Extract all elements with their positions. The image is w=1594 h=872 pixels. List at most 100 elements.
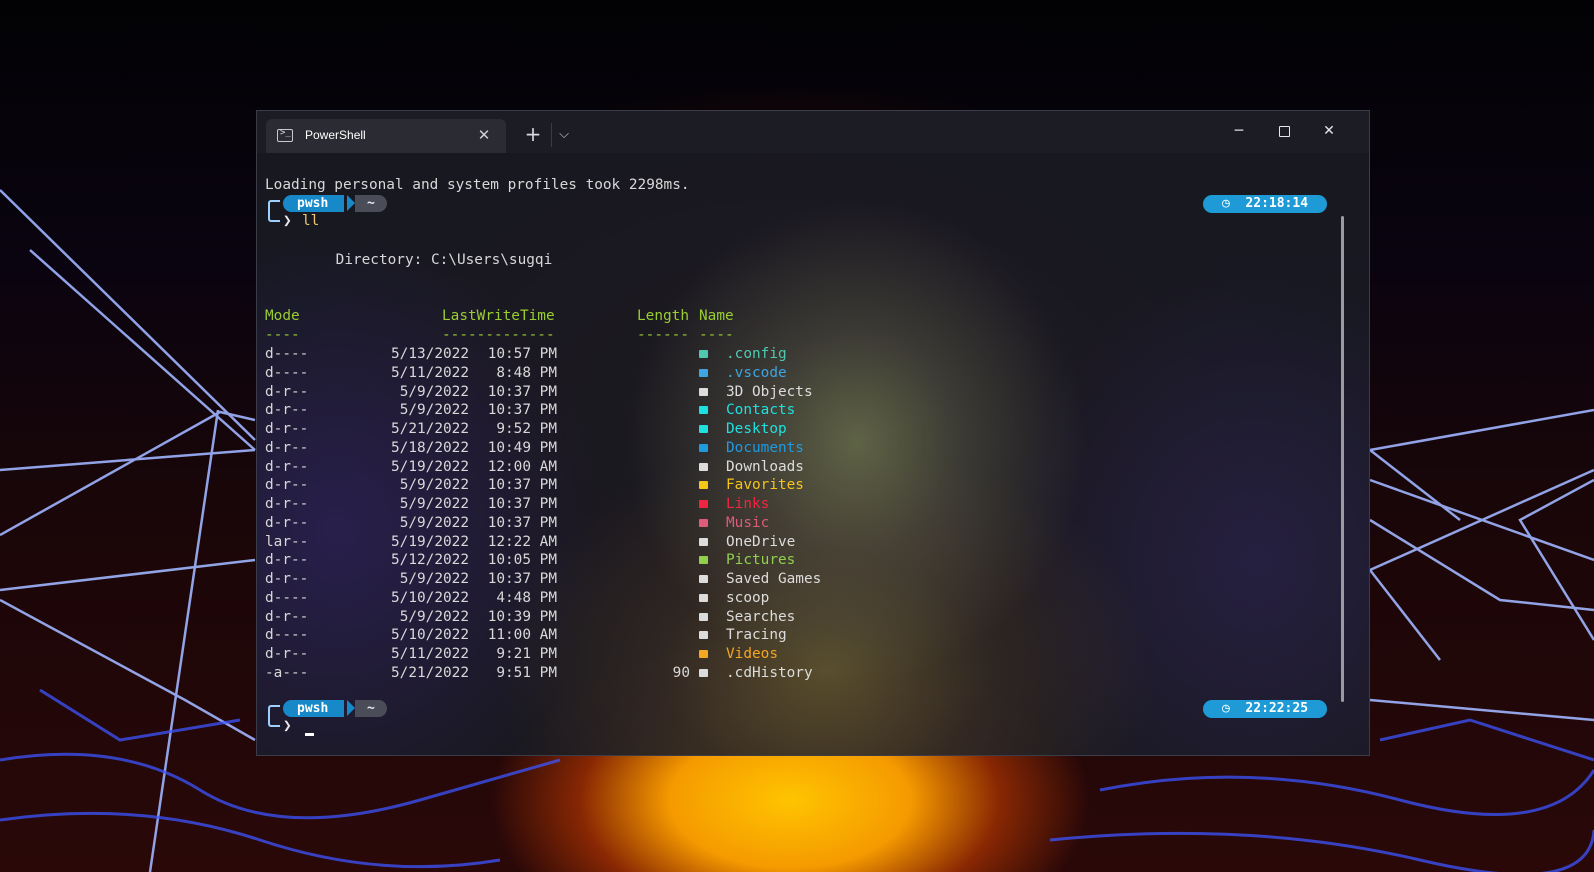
prompt-path-segment: ~	[355, 700, 387, 717]
titlebar-divider	[551, 123, 552, 147]
list-item: d-r-- 5/19/2022 12:00 AM Downloads	[265, 458, 965, 477]
links-icon	[699, 495, 708, 514]
prompt-bracket	[268, 200, 280, 222]
entry-mode: d-r--	[265, 496, 309, 512]
entry-date: 5/21/2022	[391, 421, 469, 437]
dash-name: ----	[699, 327, 734, 343]
terminal-window: >_ PowerShell ✕ + ⌵ ─ ✕ Loading personal…	[256, 110, 1370, 756]
gear-icon	[699, 345, 708, 364]
entry-time: 10:37 PM	[487, 571, 557, 587]
cloud-icon	[699, 533, 708, 552]
entry-time: 10:37 PM	[487, 383, 557, 400]
dash-lastwritetime: -------------	[442, 327, 555, 343]
list-item: lar-- 5/19/2022 12:22 AM OneDrive	[265, 533, 965, 552]
entry-time: 10:57 PM	[487, 346, 557, 362]
directory-line: Directory: C:\Users\sugqi	[301, 252, 553, 268]
list-item: d-r-- 5/9/2022 10:39 PM Searches	[265, 608, 965, 627]
dash-mode: ----	[265, 327, 300, 343]
tab-title: PowerShell	[305, 128, 366, 142]
prompt-bracket	[268, 705, 280, 727]
vscode-folder-icon	[699, 364, 708, 383]
entry-time: 10:05 PM	[487, 552, 557, 569]
entry-name: Music	[726, 514, 770, 531]
table-header: Mode LastWriteTime Length Name	[265, 307, 965, 326]
prompt-shell-segment: pwsh	[283, 195, 345, 212]
prompt-arrow	[347, 195, 355, 211]
entry-name: scoop	[726, 589, 770, 606]
entry-name: Tracing	[726, 627, 787, 644]
prompt-path-segment: ~	[355, 195, 387, 212]
list-item: d---- 5/10/2022 11:00 AM Tracing	[265, 626, 965, 645]
chevron-down-icon[interactable]: ⌵	[554, 125, 574, 145]
list-item: d-r-- 5/9/2022 10:37 PM Contacts	[265, 401, 965, 420]
list-item: d-r-- 5/9/2022 10:37 PM 3D Objects	[265, 383, 965, 402]
entry-date: 5/13/2022	[391, 346, 469, 362]
header-lastwritetime: LastWriteTime	[442, 308, 555, 324]
desktop-icon	[699, 420, 708, 439]
entry-name: 3D Objects	[726, 383, 813, 400]
powershell-icon: >_	[277, 128, 293, 142]
prompt-arrow	[347, 700, 355, 716]
entry-date: 5/11/2022	[391, 364, 469, 381]
minimize-button[interactable]: ─	[1219, 119, 1259, 143]
maximize-button[interactable]	[1264, 119, 1304, 143]
entry-mode: d----	[265, 589, 309, 606]
prompt-time: 22:22:25	[1245, 701, 1309, 716]
entry-date: 5/12/2022	[391, 552, 469, 569]
entry-mode: d-r--	[265, 477, 309, 494]
entry-time: 9:51 PM	[496, 664, 557, 681]
prompt-shell-segment: pwsh	[283, 700, 345, 717]
prompt-time-badge: ◷ 22:18:14	[1203, 195, 1327, 213]
entry-date: 5/10/2022	[391, 589, 469, 606]
entry-mode: d-r--	[265, 421, 309, 437]
entry-name: Saved Games	[726, 571, 822, 587]
entry-date: 5/19/2022	[391, 533, 469, 550]
entry-name: Videos	[726, 646, 778, 662]
entry-name: Documents	[726, 439, 804, 456]
entry-mode: -a---	[265, 664, 309, 681]
tab-close-icon[interactable]: ✕	[474, 124, 494, 146]
prompt-time-badge: ◷ 22:22:25	[1203, 700, 1327, 718]
entry-time: 11:00 AM	[487, 627, 557, 644]
entry-date: 5/21/2022	[391, 664, 469, 681]
list-item: d-r-- 5/9/2022 10:37 PM Music	[265, 514, 965, 533]
new-tab-button[interactable]: +	[520, 123, 546, 147]
entry-date: 5/10/2022	[391, 627, 469, 644]
scrollbar[interactable]	[1341, 216, 1344, 702]
list-item: d---- 5/10/2022 4:48 PM scoop	[265, 589, 965, 608]
entry-time: 9:52 PM	[496, 421, 557, 437]
entry-date: 5/9/2022	[399, 496, 469, 512]
favorites-icon	[699, 476, 708, 495]
entry-date: 5/9/2022	[399, 402, 469, 419]
table-header-dashes: ---- ------------- ------ ----	[265, 326, 965, 345]
list-item: d-r-- 5/9/2022 10:37 PM Favorites	[265, 476, 965, 495]
videos-icon	[699, 645, 708, 664]
list-item: d-r-- 5/9/2022 10:37 PM Saved Games	[265, 570, 965, 589]
dash-length: ------	[637, 327, 689, 343]
entry-time: 10:37 PM	[487, 496, 557, 512]
prompt-time: 22:18:14	[1245, 196, 1309, 211]
maximize-icon	[1278, 126, 1290, 137]
list-item: d-r-- 5/18/2022 10:49 PM Documents	[265, 439, 965, 458]
clock-icon: ◷	[1221, 196, 1230, 211]
close-button[interactable]: ✕	[1309, 119, 1349, 143]
terminal-output[interactable]: Loading personal and system profiles too…	[265, 176, 1350, 746]
entry-name: OneDrive	[726, 533, 796, 550]
tab-powershell[interactable]: >_ PowerShell ✕	[266, 119, 506, 153]
entry-name: Downloads	[726, 458, 804, 475]
entry-name: Pictures	[726, 552, 796, 569]
folder-icon	[699, 589, 708, 608]
entry-mode: d----	[265, 627, 309, 644]
folder-icon	[699, 608, 708, 627]
header-mode: Mode	[265, 308, 300, 324]
entry-time: 10:39 PM	[487, 608, 557, 625]
entry-name: .config	[726, 346, 787, 362]
folder-icon	[699, 626, 708, 645]
entry-mode: d-r--	[265, 514, 309, 531]
list-item: d---- 5/13/2022 10:57 PM .config	[265, 345, 965, 364]
entry-date: 5/9/2022	[399, 571, 469, 587]
entry-time: 12:22 AM	[487, 533, 557, 550]
entry-mode: d----	[265, 364, 309, 381]
entry-name: Searches	[726, 608, 796, 625]
file-icon	[699, 664, 708, 683]
